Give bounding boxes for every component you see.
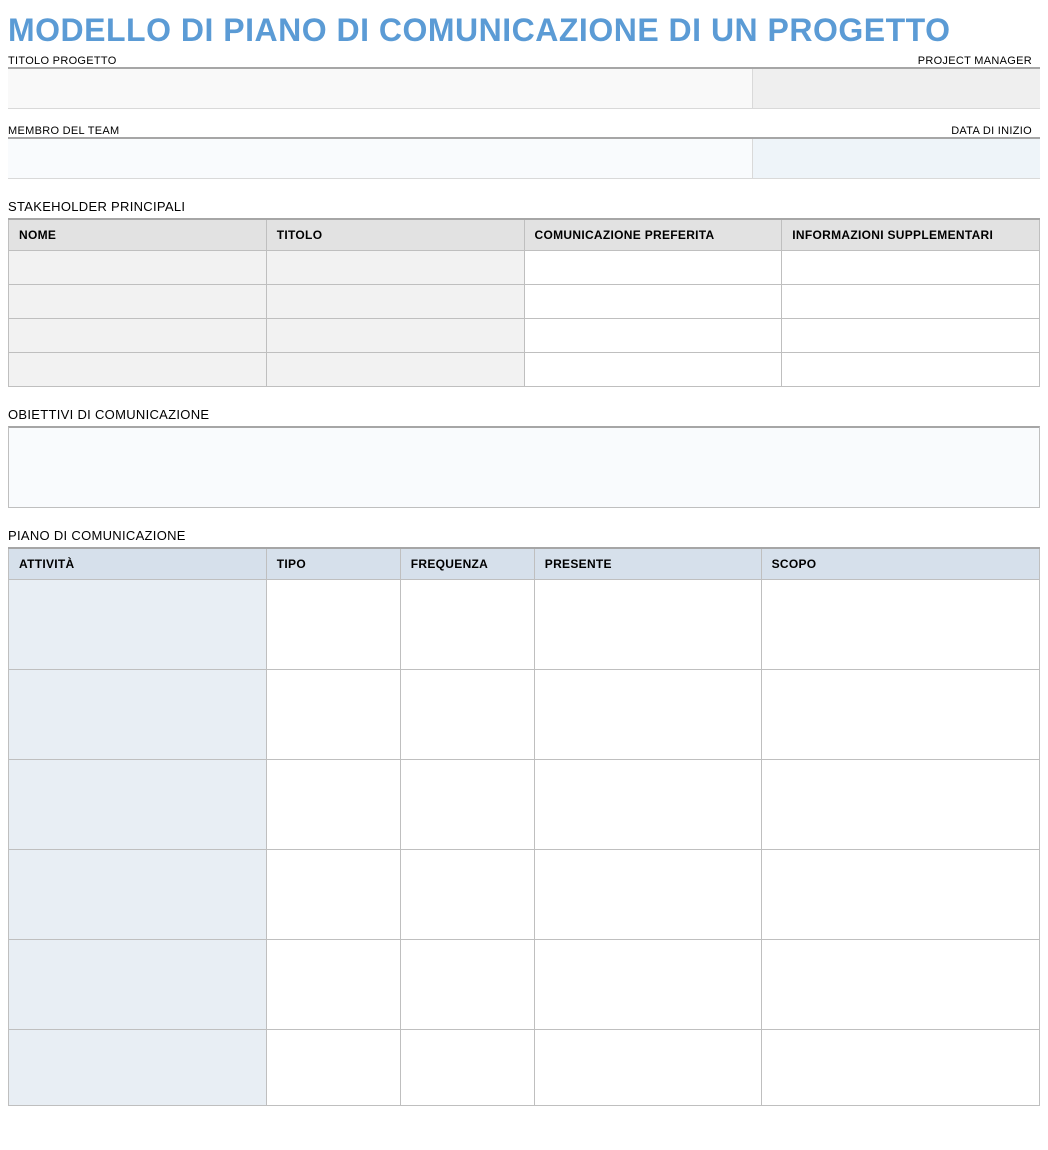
project-title-input[interactable] bbox=[8, 69, 753, 108]
goals-input[interactable] bbox=[8, 426, 1040, 508]
cell-scopo[interactable] bbox=[761, 1030, 1039, 1106]
cell-tipo[interactable] bbox=[266, 580, 400, 670]
table-row bbox=[9, 850, 1040, 940]
team-member-input[interactable] bbox=[8, 139, 753, 178]
table-row bbox=[9, 319, 1040, 353]
table-header-row: ATTIVITÀ TIPO FREQUENZA PRESENTE SCOPO bbox=[9, 548, 1040, 580]
col-informazioni: INFORMAZIONI SUPPLEMENTARI bbox=[782, 219, 1040, 251]
cell-com[interactable] bbox=[524, 251, 782, 285]
cell-scopo[interactable] bbox=[761, 670, 1039, 760]
cell-scopo[interactable] bbox=[761, 580, 1039, 670]
col-nome: NOME bbox=[9, 219, 267, 251]
cell-scopo[interactable] bbox=[761, 940, 1039, 1030]
cell-attivita[interactable] bbox=[9, 940, 267, 1030]
cell-titolo[interactable] bbox=[266, 285, 524, 319]
start-date-input[interactable] bbox=[753, 139, 1040, 178]
cell-scopo[interactable] bbox=[761, 850, 1039, 940]
project-manager-label: PROJECT MANAGER bbox=[753, 55, 1040, 67]
team-member-label: MEMBRO DEL TEAM bbox=[8, 125, 753, 137]
cell-frequenza[interactable] bbox=[400, 1030, 534, 1106]
cell-attivita[interactable] bbox=[9, 670, 267, 760]
table-row bbox=[9, 251, 1040, 285]
plan-section-label: PIANO DI COMUNICAZIONE bbox=[8, 528, 1040, 543]
stakeholders-table: NOME TITOLO COMUNICAZIONE PREFERITA INFO… bbox=[8, 218, 1040, 387]
stakeholders-section-label: STAKEHOLDER PRINCIPALI bbox=[8, 199, 1040, 214]
cell-info[interactable] bbox=[782, 353, 1040, 387]
table-row bbox=[9, 940, 1040, 1030]
team-member-row-labels: MEMBRO DEL TEAM DATA DI INIZIO bbox=[8, 125, 1040, 137]
team-member-row bbox=[8, 137, 1040, 179]
cell-tipo[interactable] bbox=[266, 670, 400, 760]
table-row bbox=[9, 1030, 1040, 1106]
cell-tipo[interactable] bbox=[266, 850, 400, 940]
cell-presente[interactable] bbox=[534, 760, 761, 850]
cell-frequenza[interactable] bbox=[400, 850, 534, 940]
cell-presente[interactable] bbox=[534, 850, 761, 940]
col-titolo: TITOLO bbox=[266, 219, 524, 251]
plan-table: ATTIVITÀ TIPO FREQUENZA PRESENTE SCOPO bbox=[8, 547, 1040, 1106]
page-title: MODELLO DI PIANO DI COMUNICAZIONE DI UN … bbox=[8, 12, 1040, 49]
table-row bbox=[9, 670, 1040, 760]
col-scopo: SCOPO bbox=[761, 548, 1039, 580]
project-manager-input[interactable] bbox=[753, 69, 1040, 108]
cell-scopo[interactable] bbox=[761, 760, 1039, 850]
cell-info[interactable] bbox=[782, 251, 1040, 285]
table-row bbox=[9, 580, 1040, 670]
project-title-row-labels: TITOLO PROGETTO PROJECT MANAGER bbox=[8, 55, 1040, 67]
cell-presente[interactable] bbox=[534, 940, 761, 1030]
col-attivita: ATTIVITÀ bbox=[9, 548, 267, 580]
start-date-label: DATA DI INIZIO bbox=[753, 125, 1040, 137]
cell-com[interactable] bbox=[524, 319, 782, 353]
cell-presente[interactable] bbox=[534, 1030, 761, 1106]
cell-nome[interactable] bbox=[9, 285, 267, 319]
cell-nome[interactable] bbox=[9, 353, 267, 387]
cell-com[interactable] bbox=[524, 353, 782, 387]
cell-nome[interactable] bbox=[9, 251, 267, 285]
cell-info[interactable] bbox=[782, 285, 1040, 319]
cell-attivita[interactable] bbox=[9, 580, 267, 670]
cell-titolo[interactable] bbox=[266, 353, 524, 387]
col-presente: PRESENTE bbox=[534, 548, 761, 580]
cell-presente[interactable] bbox=[534, 580, 761, 670]
cell-titolo[interactable] bbox=[266, 251, 524, 285]
cell-attivita[interactable] bbox=[9, 1030, 267, 1106]
cell-presente[interactable] bbox=[534, 670, 761, 760]
cell-tipo[interactable] bbox=[266, 760, 400, 850]
table-header-row: NOME TITOLO COMUNICAZIONE PREFERITA INFO… bbox=[9, 219, 1040, 251]
cell-frequenza[interactable] bbox=[400, 670, 534, 760]
cell-tipo[interactable] bbox=[266, 1030, 400, 1106]
table-row bbox=[9, 285, 1040, 319]
col-comunicazione: COMUNICAZIONE PREFERITA bbox=[524, 219, 782, 251]
project-title-label: TITOLO PROGETTO bbox=[8, 55, 753, 67]
cell-frequenza[interactable] bbox=[400, 760, 534, 850]
col-frequenza: FREQUENZA bbox=[400, 548, 534, 580]
cell-nome[interactable] bbox=[9, 319, 267, 353]
cell-attivita[interactable] bbox=[9, 760, 267, 850]
cell-titolo[interactable] bbox=[266, 319, 524, 353]
cell-frequenza[interactable] bbox=[400, 580, 534, 670]
cell-com[interactable] bbox=[524, 285, 782, 319]
table-row bbox=[9, 353, 1040, 387]
col-tipo: TIPO bbox=[266, 548, 400, 580]
cell-attivita[interactable] bbox=[9, 850, 267, 940]
project-title-row bbox=[8, 67, 1040, 109]
cell-tipo[interactable] bbox=[266, 940, 400, 1030]
cell-info[interactable] bbox=[782, 319, 1040, 353]
goals-section-label: OBIETTIVI DI COMUNICAZIONE bbox=[8, 407, 1040, 422]
cell-frequenza[interactable] bbox=[400, 940, 534, 1030]
table-row bbox=[9, 760, 1040, 850]
